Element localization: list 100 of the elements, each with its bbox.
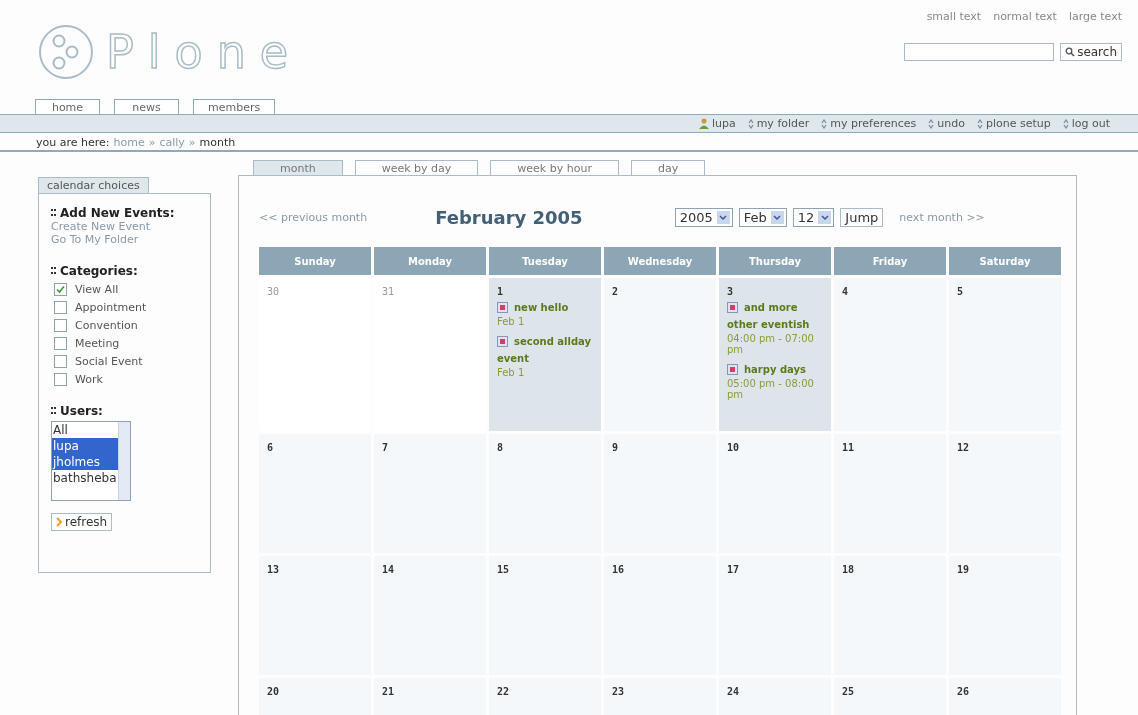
day-number: 3 (727, 286, 735, 297)
users-listbox[interactable]: All lupa jholmes bathsheba (51, 421, 131, 501)
search-field[interactable] (904, 43, 1055, 61)
sidebar-link[interactable]: Go To My Folder (51, 233, 198, 246)
search-icon (1065, 47, 1076, 57)
text-size-link[interactable]: small text (926, 10, 982, 23)
weekday-header: Thursday (719, 247, 831, 275)
view-tab[interactable]: day (630, 160, 706, 175)
checkbox[interactable] (54, 283, 67, 296)
checkbox-label: Work (75, 373, 103, 386)
event-link[interactable]: and more other eventish (727, 299, 823, 333)
logo-text: Plone (106, 25, 303, 79)
breadcrumb-link[interactable]: home (113, 136, 145, 149)
checkbox-label: Convention (75, 319, 138, 332)
day-number: 30 (267, 286, 281, 297)
caret-icon (719, 214, 728, 220)
personal-link[interactable]: my preferences (830, 117, 917, 130)
scrollbar[interactable] (117, 422, 130, 500)
personal-link[interactable]: log out (1071, 117, 1110, 130)
day-number: 23 (612, 686, 626, 697)
checkbox-label: Meeting (75, 337, 120, 350)
caret-icon (820, 214, 829, 220)
text-size-link[interactable]: large text (1068, 10, 1122, 23)
day-number: 21 (382, 686, 396, 697)
event-time: 04:00 pm - 07:00 pm (727, 333, 815, 355)
weekday-header: Saturday (949, 247, 1061, 275)
arrows-icon (821, 118, 828, 129)
event-icon (727, 302, 738, 313)
day-number: 10 (727, 442, 741, 453)
event-link[interactable]: second allday event (497, 333, 593, 367)
breadcrumb-label: you are here: (36, 136, 110, 149)
personal-link[interactable]: plone setup (985, 117, 1051, 130)
day-number: 25 (842, 686, 856, 697)
event-icon (497, 336, 508, 347)
event-link[interactable]: harpy days (727, 361, 823, 378)
weekday-header: Friday (834, 247, 946, 275)
day-number: 2 (612, 286, 620, 297)
view-tab[interactable]: week by day (354, 160, 479, 175)
bullet-icon (51, 266, 57, 276)
bullet-icon (51, 208, 57, 218)
day-number: 7 (382, 442, 390, 453)
weekday-header: Monday (374, 247, 486, 275)
day-number: 8 (497, 442, 505, 453)
checkbox[interactable] (54, 337, 67, 350)
section-heading: Users: (60, 404, 103, 418)
event-time: Feb 1 (497, 367, 526, 378)
arrows-icon (1062, 118, 1069, 129)
nav-tab[interactable]: home (35, 99, 100, 114)
day-number: 26 (957, 686, 971, 697)
personal-link[interactable]: lupa (711, 117, 736, 130)
view-tab[interactable]: week by hour (490, 160, 619, 175)
month-title: February 2005 (435, 206, 583, 228)
text-size-link[interactable]: normal text (993, 10, 1057, 23)
personal-link[interactable]: undo (937, 117, 965, 130)
day-number: 11 (842, 442, 856, 453)
day-number: 13 (267, 564, 281, 575)
day-number: 20 (267, 686, 281, 697)
day-number: 22 (497, 686, 511, 697)
refresh-button[interactable]: refresh (51, 513, 113, 531)
caret-icon (773, 214, 782, 220)
list-option[interactable]: lupa (52, 438, 118, 454)
event-link[interactable]: new hello (497, 299, 593, 316)
day-number: 17 (727, 564, 741, 575)
breadcrumb-link[interactable]: month (199, 136, 236, 149)
checkbox-label: Social Event (75, 355, 143, 368)
checkbox[interactable] (54, 355, 67, 368)
jump-button[interactable]: Jump (840, 207, 884, 227)
nav-tab[interactable]: members (193, 99, 276, 114)
day-number: 15 (497, 564, 511, 575)
list-option[interactable]: All (52, 422, 118, 438)
user-icon (698, 118, 709, 129)
date-dropdown[interactable]: 12 (792, 207, 835, 227)
breadcrumb-separator: » (148, 136, 156, 149)
day-number: 18 (842, 564, 856, 575)
search-button[interactable]: search (1060, 43, 1122, 61)
list-option[interactable]: jholmes (52, 454, 118, 470)
list-option[interactable]: bathsheba (52, 470, 118, 486)
event-time: 05:00 pm - 08:00 pm (727, 378, 815, 400)
view-tab[interactable]: month (253, 160, 343, 175)
weekday-header: Wednesday (604, 247, 716, 275)
day-number: 24 (727, 686, 741, 697)
breadcrumb-link[interactable]: cally (159, 136, 185, 149)
checkbox[interactable] (54, 373, 67, 386)
personal-link[interactable]: my folder (756, 117, 810, 130)
arrows-icon (747, 118, 754, 129)
day-number: 14 (382, 564, 396, 575)
arrows-icon (976, 118, 983, 129)
day-number: 16 (612, 564, 626, 575)
day-number: 1 (497, 286, 505, 297)
section-heading: Add New Events: (60, 206, 175, 220)
day-number: 4 (842, 286, 850, 297)
date-dropdown[interactable]: Feb (738, 207, 787, 227)
date-dropdown[interactable]: 2005 (674, 207, 733, 227)
weekday-header: Tuesday (489, 247, 601, 275)
nav-tab[interactable]: news (114, 99, 179, 114)
logo-icon (38, 22, 94, 82)
checkbox[interactable] (54, 301, 67, 314)
arrows-icon (928, 118, 935, 129)
checkbox[interactable] (54, 319, 67, 332)
weekday-header: Sunday (259, 247, 371, 275)
